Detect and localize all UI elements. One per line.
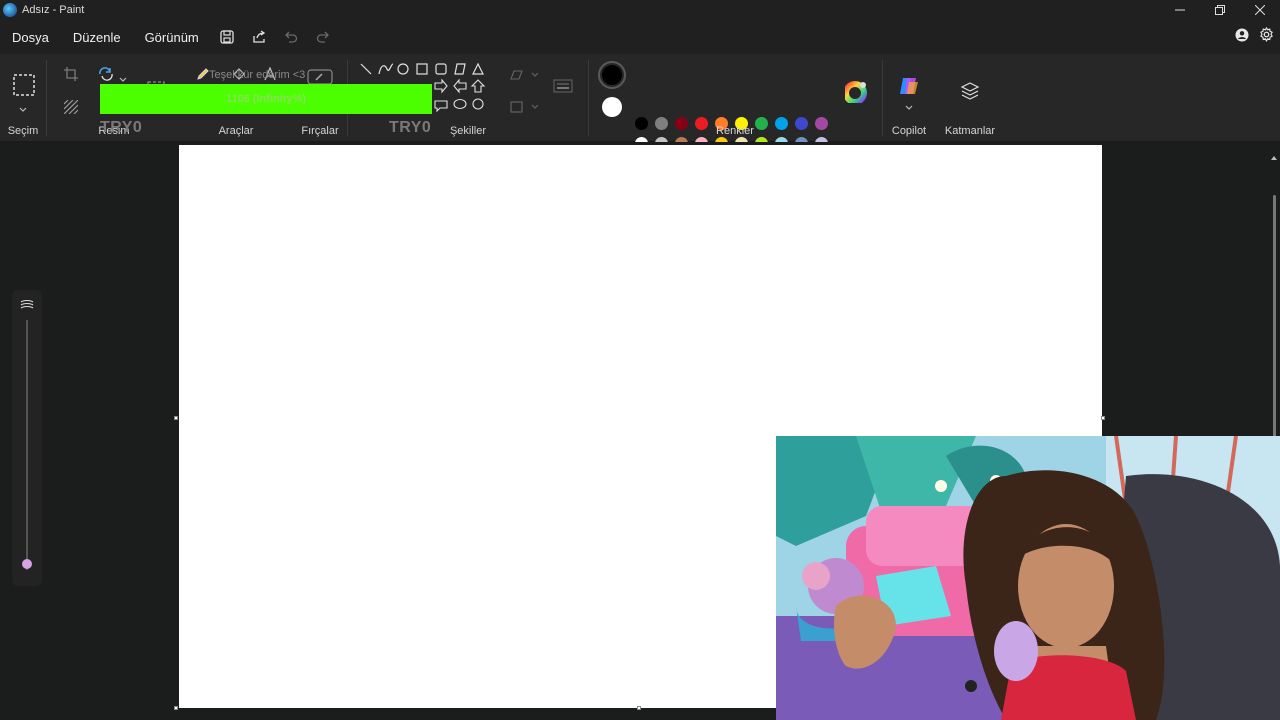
scroll-up-button[interactable] xyxy=(1270,148,1278,166)
close-icon xyxy=(1255,5,1265,15)
crop-button[interactable] xyxy=(64,67,78,86)
share-icon xyxy=(253,30,265,43)
selection-dropdown[interactable] xyxy=(19,100,27,118)
shape-fill-button[interactable] xyxy=(510,100,539,118)
share-button[interactable] xyxy=(243,23,275,51)
menu-view[interactable]: Görünüm xyxy=(133,30,211,45)
shape-outline-icon xyxy=(510,70,539,80)
account-button[interactable] xyxy=(1235,28,1249,47)
group-label-copilot: Copilot xyxy=(891,125,927,137)
save-icon xyxy=(220,30,234,44)
chevron-up-icon xyxy=(1271,156,1277,160)
palette-swatch[interactable] xyxy=(795,117,808,130)
palette-swatch[interactable] xyxy=(815,117,828,130)
account-icon xyxy=(1235,28,1249,41)
minimize-button[interactable] xyxy=(1160,0,1200,20)
ribbon-divider xyxy=(46,60,47,136)
rectangle-select-icon xyxy=(13,74,35,96)
edit-colors-button[interactable] xyxy=(843,81,867,108)
group-label-layers: Katmanlar xyxy=(944,125,996,137)
progress-overlay-text: 1106 (Infinity%) xyxy=(225,93,307,105)
canvas-resize-handle-right[interactable] xyxy=(1101,416,1105,420)
pencil-icon xyxy=(197,68,209,80)
watermark-left: TRY0 xyxy=(100,119,143,136)
gear-icon xyxy=(1260,26,1273,43)
close-button[interactable] xyxy=(1240,0,1280,20)
group-label-brushes: Fırçalar xyxy=(301,125,339,137)
group-label-colors: Renkler xyxy=(716,125,754,137)
undo-button[interactable] xyxy=(275,23,307,51)
rotate-icon xyxy=(99,67,113,81)
ribbon-divider xyxy=(882,60,883,136)
minimize-icon xyxy=(1175,9,1185,11)
watermark-right: TRY0 xyxy=(389,119,432,136)
zoom-slider-thumb[interactable] xyxy=(22,559,32,569)
copilot-dropdown[interactable] xyxy=(905,98,913,116)
save-button[interactable] xyxy=(211,23,243,51)
chevron-down-icon xyxy=(905,105,913,110)
layers-button[interactable] xyxy=(960,81,980,106)
group-label-shapes: Şekiller xyxy=(449,125,487,137)
secondary-color-button[interactable] xyxy=(602,97,622,117)
menu-bar: Dosya Düzenle Görünüm xyxy=(0,20,1280,54)
menu-edit[interactable]: Düzenle xyxy=(61,30,133,45)
palette-swatch[interactable] xyxy=(775,117,788,130)
paint-app-icon xyxy=(3,3,17,17)
brush-icon xyxy=(307,69,333,85)
chevron-down-icon xyxy=(119,77,127,82)
chevron-down-icon xyxy=(19,107,27,112)
crop-icon xyxy=(64,67,78,81)
vertical-scrollbar-thumb[interactable] xyxy=(1273,195,1276,440)
canvas-resize-handle-left[interactable] xyxy=(174,416,178,420)
thanks-overlay-text: Teşekkür ederim <3 xyxy=(209,69,306,81)
zoom-slider-track[interactable] xyxy=(26,320,28,570)
undo-icon xyxy=(284,31,297,43)
color-wheel-icon xyxy=(843,81,867,105)
menu-file[interactable]: Dosya xyxy=(0,30,61,45)
layers-icon xyxy=(960,82,980,100)
canvas-resize-handle-bottom-left[interactable] xyxy=(174,706,178,710)
background-removal-icon xyxy=(63,99,79,115)
palette-swatch[interactable] xyxy=(655,117,668,130)
palette-swatch[interactable] xyxy=(635,117,648,130)
redo-icon xyxy=(316,31,329,43)
redo-button[interactable] xyxy=(307,23,339,51)
background-removal-button[interactable] xyxy=(63,99,79,119)
webcam-video-image xyxy=(776,436,1280,720)
stroke-size-button[interactable] xyxy=(553,79,573,98)
group-label-selection: Seçim xyxy=(7,125,39,137)
palette-swatch[interactable] xyxy=(675,117,688,130)
primary-color-swatch xyxy=(602,65,622,85)
restore-button[interactable] xyxy=(1200,0,1240,20)
copilot-icon xyxy=(900,78,918,94)
restore-icon xyxy=(1215,5,1225,15)
group-label-tools: Araçlar xyxy=(218,125,254,137)
title-bar: Adsız - Paint xyxy=(0,0,1280,20)
webcam-overlay xyxy=(776,436,1280,720)
progress-overlay-bar: 1106 (Infinity%) xyxy=(100,84,432,114)
primary-color-button[interactable] xyxy=(598,61,626,89)
zoom-menu-button[interactable] xyxy=(20,298,34,316)
canvas-resize-handle-bottom[interactable] xyxy=(637,706,641,710)
window-title: Adsız - Paint xyxy=(22,4,85,16)
stroke-size-icon xyxy=(553,79,573,93)
ribbon-divider xyxy=(588,60,589,136)
selection-button[interactable] xyxy=(13,74,35,101)
shape-outline-button[interactable] xyxy=(510,68,539,86)
zoom-menu-icon xyxy=(20,299,34,309)
shape-fill-icon xyxy=(510,101,539,113)
settings-button[interactable] xyxy=(1259,26,1274,47)
